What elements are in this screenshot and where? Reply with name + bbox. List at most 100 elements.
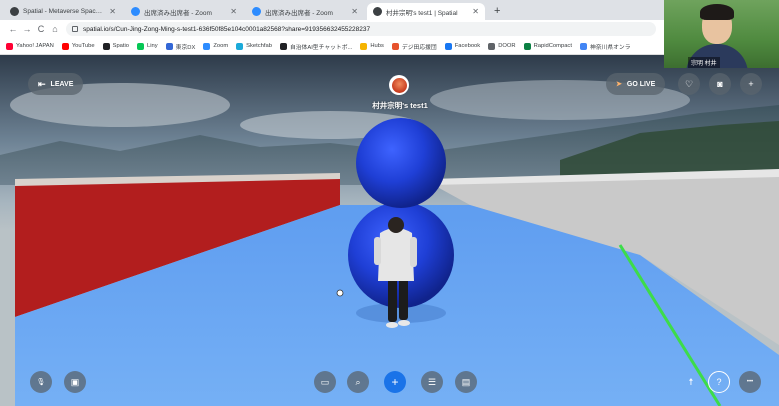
search-icon: ⌕ [355,376,361,387]
more-button[interactable]: ••• [739,371,761,393]
tab-close-icon[interactable]: ✕ [351,7,358,16]
bookmark-label: 東京DX [175,44,196,51]
leave-icon: ⇤ [38,78,46,89]
add-user-icon: + [748,79,754,89]
leave-label: LEAVE [50,80,74,88]
upper-sphere [356,118,446,208]
leave-button[interactable]: ⇤ LEAVE [28,73,84,95]
bookmark-item[interactable]: Facebook [444,42,481,50]
mouse-cursor [336,289,344,297]
bookmark-favicon-icon [165,42,173,50]
tab-title: 村井宗明's test1 | Spatial [386,9,458,17]
camera-button[interactable]: ◙ [709,73,731,95]
bookmark-favicon-icon [61,42,69,50]
bookmark-item[interactable]: RapidCompact [523,42,572,50]
bookmark-label: DOOR [498,43,516,49]
bookmark-favicon-icon [102,42,110,50]
heart-button[interactable]: ♡ [678,73,700,95]
bookmark-item[interactable]: 神奈川県オンラ [579,42,631,51]
add-content-button[interactable]: + [384,371,406,393]
bookmark-label: Facebook [454,43,481,49]
browser-tab-active[interactable]: 村井宗明's test1 | Spatial ✕ [367,3,485,20]
bookmark-favicon-icon [523,42,531,50]
bookmark-item[interactable]: デジ田応援団 [391,42,437,51]
bookmark-favicon-icon [279,42,287,50]
tab-close-icon[interactable]: ✕ [472,7,479,16]
bookmark-item[interactable]: Liny [137,42,158,50]
accessibility-button[interactable]: ☨ [680,371,702,393]
bookmark-item[interactable]: YouTube [61,42,95,50]
bookmark-label: 自治体AI型チャットボ... [289,44,353,51]
new-tab-button[interactable]: + [488,3,506,20]
bookmark-label: Zoom [213,43,229,49]
camera-icon: ◙ [717,79,723,89]
tab-title: 出席済み出席者 - Zoom [144,9,212,17]
bookmark-item[interactable]: Hubs [360,42,384,50]
bookmark-label: デジ田応援団 [401,44,437,51]
chat-button[interactable]: ▤ [455,371,477,393]
avatar-image [391,77,407,93]
bookmark-label: RapidCompact [533,43,572,49]
home-icon[interactable]: ⌂ [48,24,62,34]
back-icon[interactable]: ← [6,24,20,34]
browser-tab-zoom-1[interactable]: 出席済み出席者 - Zoom ✕ [125,3,243,20]
bookmark-item[interactable]: DOOR [488,42,516,50]
accessibility-icon: ☨ [688,376,694,387]
bookmark-favicon-icon [391,42,399,50]
bookmark-label: YouTube [71,43,95,49]
bookmark-item[interactable]: 東京DX [165,42,196,51]
webcam-name: 宗明 村井 [688,57,720,68]
webcam-overlay: 宗明 村井 [664,0,779,68]
bookmark-favicon-icon [203,42,211,50]
bookmark-favicon-icon [444,42,452,50]
bookmark-favicon-icon [137,42,145,50]
bookmark-label: 神奈川県オンラ [589,44,631,51]
bookmarks-bar: Yahoo! JAPAN YouTube Spatio Liny 東京DX Zoom Ske… [0,38,779,55]
invite-button[interactable]: + [740,73,762,95]
plus-icon: + [391,375,399,389]
browser-tab-spatial[interactable]: Spatial - Metaverse Spaces That ✕ [4,3,122,20]
tab-title: Spatial - Metaverse Spaces That [23,8,105,15]
go-live-icon: ➤ [616,81,622,88]
bookmark-item[interactable]: Spatio [102,42,130,50]
share-screen-button[interactable]: ▭ [314,371,336,393]
bookmark-label: Spatio [112,43,130,49]
camera-off-button[interactable]: ▣ [64,371,86,393]
bookmark-label: Hubs [370,43,384,49]
bookmark-label: Liny [147,43,158,49]
help-icon: ? [716,377,722,387]
bookmark-favicon-icon [360,42,368,50]
emote-icon: ☰ [427,376,437,387]
browser-tab-zoom-2[interactable]: 出席済み出席者 - Zoom ✕ [246,3,364,20]
bookmark-favicon-icon [488,42,496,50]
bookmark-label: Yahoo! JAPAN [16,43,54,49]
bookmark-item[interactable]: Sketchfab [236,42,272,50]
browser-tab-strip: Spatial - Metaverse Spaces That ✕ 出席済み出席… [0,0,779,20]
lock-icon [72,26,78,32]
go-live-label: GO LIVE [626,80,656,88]
bookmark-label: Sketchfab [246,43,272,49]
mute-mic-button[interactable]: 🎙 [30,371,52,393]
camera-off-icon: ▣ [70,376,80,387]
more-icon: ••• [746,379,754,385]
go-live-button[interactable]: ➤ GO LIVE [606,73,666,95]
tab-close-icon[interactable]: ✕ [230,7,237,16]
search-button[interactable]: ⌕ [347,371,369,393]
user-avatar[interactable] [389,75,409,95]
spatial-favicon-icon [10,7,19,16]
help-button[interactable]: ? [708,371,730,393]
bookmark-item[interactable]: Zoom [203,42,229,50]
mic-off-icon: 🎙 [36,379,46,386]
url-text: spatial.io/s/Cun-Jing-Zong-Ming-s-test1-… [83,25,371,33]
space-user-name: 村井宗明's test1 [372,101,428,110]
reload-icon[interactable]: C [34,24,48,34]
bookmark-favicon-icon [236,42,244,50]
url-input[interactable]: spatial.io/s/Cun-Jing-Zong-Ming-s-test1-… [66,22,656,36]
screen-share-icon: ▭ [320,376,330,387]
tab-close-icon[interactable]: ✕ [109,7,116,16]
zoom-favicon-icon [131,7,140,16]
bookmark-item[interactable]: Yahoo! JAPAN [6,42,54,50]
bookmark-item[interactable]: 自治体AI型チャットボ... [279,42,353,51]
emote-button[interactable]: ☰ [421,371,443,393]
forward-icon[interactable]: → [20,24,34,34]
